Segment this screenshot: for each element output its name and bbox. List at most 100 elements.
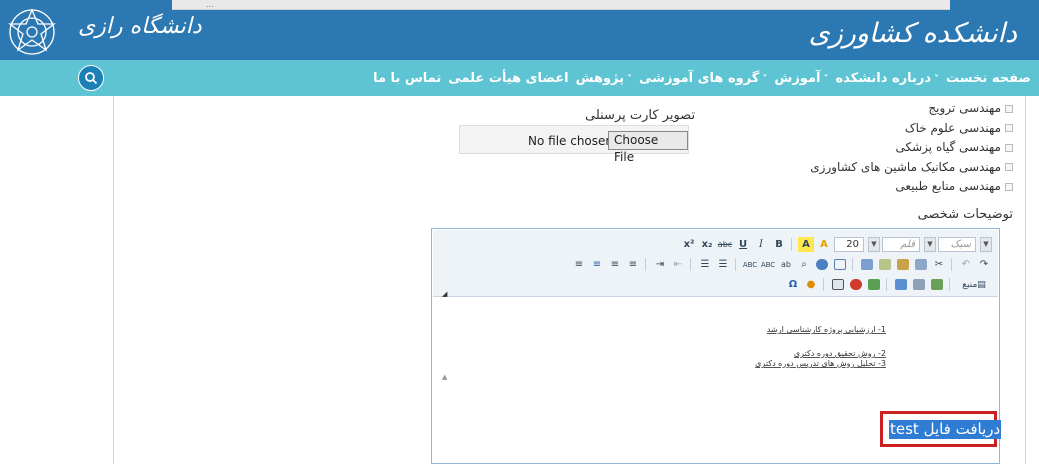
font-select[interactable]: قلم — [882, 237, 920, 252]
bullet-list-icon[interactable]: ☰ — [697, 257, 713, 272]
nav-item-label: صفحه نخست — [946, 70, 1031, 86]
scayt-icon[interactable]: ABC — [742, 257, 758, 272]
photo-label: تصویر کارت پرسنلی — [585, 108, 696, 123]
nav-item-label: آموزش — [774, 70, 821, 86]
department-label: مهندسی گیاه پزشکی — [895, 140, 1002, 154]
nav-item-4[interactable]: گروه های آموزشی ˅ — [639, 71, 767, 86]
department-checklist: مهندسی ترویج مهندسی علوم خاک مهندسی گیاه پ… — [810, 99, 1013, 197]
toolbar-row-2: ↷ ↶ ✂ ⌕ ab ABC ABC ☰ ☰ ⇤ ⇥ ≡ ≡ ≡ ≡ — [569, 255, 992, 274]
search-button[interactable] — [78, 65, 104, 91]
paste-icon[interactable] — [895, 257, 911, 272]
align-justify-icon[interactable]: ≡ — [571, 257, 587, 272]
nav-item-label: درباره دانشکده — [835, 70, 932, 86]
chevron-down-icon: ˅ — [934, 73, 940, 85]
paste-text-icon[interactable] — [877, 257, 893, 272]
annotation-box: دریافت فایل test — [880, 411, 1002, 447]
toolbar-collapse-icon[interactable]: ◢ — [442, 290, 447, 298]
nav-item-label: گروه های آموزشی — [639, 70, 760, 86]
university-emblem-icon — [8, 8, 56, 55]
decrease-indent-icon[interactable]: ⇤ — [670, 257, 686, 272]
templates-icon[interactable] — [893, 277, 909, 292]
nav-item-6[interactable]: اعضای هیأت علمی — [448, 71, 568, 86]
flash-object-icon[interactable] — [848, 277, 864, 292]
bg-color-icon[interactable]: A — [816, 237, 832, 252]
superscript-icon[interactable]: x² — [681, 237, 697, 252]
checkbox[interactable] — [1005, 182, 1013, 191]
selected-text[interactable]: دریافت فایل test — [889, 420, 1002, 439]
nav-item-2[interactable]: درباره دانشکده ˅ — [835, 71, 939, 86]
site-header: دانشگاه رازی ... دانشکده کشاورزی — [0, 0, 1039, 60]
toolbar-row-1: ▼ سبک ▼ قلم ▼ 20 A A B I U abc x₂ x² — [679, 235, 992, 254]
toolbar-row-3: منبع ▤ ● Ω — [783, 275, 992, 294]
university-name[interactable]: دانشگاه رازی — [78, 14, 202, 39]
text-color-icon[interactable]: A — [798, 237, 814, 252]
browser-overlay-strip: ... — [172, 0, 950, 10]
department-option-2[interactable]: مهندسی علوم خاک — [810, 119, 1013, 139]
chevron-down-icon: ˅ — [627, 73, 633, 85]
checkbox[interactable] — [1005, 163, 1013, 171]
department-option-1[interactable]: مهندسی ترویج — [810, 99, 1013, 119]
paste-word-icon[interactable] — [859, 257, 875, 272]
table-icon[interactable] — [830, 277, 846, 292]
style-dropdown-arrow[interactable]: ▼ — [980, 237, 992, 252]
chevron-down-icon: ˅ — [762, 73, 768, 85]
editor-toolbar: ▼ سبک ▼ قلم ▼ 20 A A B I U abc x₂ x² ↷ ↶… — [433, 230, 998, 298]
file-status: No file chosen — [528, 134, 614, 148]
checkbox[interactable] — [1005, 143, 1013, 152]
choose-file-button[interactable]: Choose File — [608, 131, 688, 164]
strikethrough-icon[interactable]: abc — [717, 237, 733, 252]
copy-icon[interactable] — [913, 257, 929, 272]
cut-icon[interactable]: ✂ — [931, 257, 947, 272]
department-label: مهندسی علوم خاک — [904, 120, 1001, 135]
redo-icon[interactable]: ↷ — [976, 257, 992, 272]
align-right-icon[interactable]: ≡ — [589, 257, 605, 272]
undo-icon[interactable]: ↶ — [958, 257, 974, 272]
checkbox[interactable] — [1005, 124, 1013, 132]
department-label: مهندسی ترویج — [928, 101, 1001, 115]
search-icon — [85, 72, 98, 85]
faculty-name[interactable]: دانشکده کشاورزی — [809, 18, 1017, 49]
scroll-up-icon[interactable]: ▲ — [442, 373, 447, 381]
content-line-2: 2- روش تحقیق دوره دکتری — [793, 349, 886, 358]
spellcheck-icon[interactable]: ABC — [760, 257, 776, 272]
flash-icon[interactable] — [929, 277, 945, 292]
special-char-icon[interactable]: Ω — [785, 277, 801, 292]
find-icon[interactable]: ⌕ — [796, 257, 812, 272]
italic-icon[interactable]: I — [753, 237, 769, 252]
source-button[interactable]: منبع ▤ — [956, 277, 992, 292]
size-dropdown-arrow[interactable]: ▼ — [868, 237, 880, 252]
nav-item-label: پژوهش — [575, 70, 625, 86]
replace-icon[interactable]: ab — [778, 257, 794, 272]
bold-icon[interactable]: B — [771, 237, 787, 252]
image-icon[interactable] — [866, 277, 882, 292]
department-option-3[interactable]: مهندسی گیاه پزشکی — [810, 138, 1013, 158]
file-input[interactable]: No file chosen Choose File — [459, 125, 689, 164]
department-option-4[interactable]: مهندسی مکانیک ماشین های کشاورزی — [810, 158, 1013, 178]
nav-item-3[interactable]: آموزش ˅ — [774, 71, 828, 86]
nav-item-1[interactable]: صفحه نخست — [946, 71, 1031, 86]
nav-item-5[interactable]: پژوهش ˅ — [576, 71, 632, 86]
underline-icon[interactable]: U — [735, 237, 751, 252]
department-label: مهندسی منابع طبیعی — [895, 179, 1001, 193]
font-dropdown-arrow[interactable]: ▼ — [924, 237, 936, 252]
size-select[interactable]: 20 — [834, 237, 864, 252]
nav-item-label: تماس با ما — [373, 70, 442, 86]
align-center-icon[interactable]: ≡ — [607, 257, 623, 272]
numbered-list-icon[interactable]: ☰ — [715, 257, 731, 272]
increase-indent-icon[interactable]: ⇥ — [652, 257, 668, 272]
align-left-icon[interactable]: ≡ — [625, 257, 641, 272]
content-line-3: 3- تحلیل روش های تدریس دوره دکتری — [755, 359, 886, 368]
department-label: مهندسی مکانیک ماشین های کشاورزی — [810, 159, 1001, 174]
nav-item-7[interactable]: تماس با ما — [373, 71, 441, 86]
department-option-5[interactable]: مهندسی منابع طبیعی — [810, 177, 1013, 197]
select-all-icon[interactable] — [832, 257, 848, 272]
checkbox[interactable] — [1005, 104, 1013, 113]
nav-item-label: اعضای هیأت علمی — [448, 70, 569, 86]
nav-menu: صفحه نخست درباره دانشکده ˅ آموزش ˅ گروه های آ… — [366, 60, 1031, 96]
smiley-icon[interactable]: ● — [803, 277, 819, 292]
preview-icon[interactable] — [911, 277, 927, 292]
subscript-icon[interactable]: x₂ — [699, 237, 715, 252]
remove-format-icon[interactable] — [814, 257, 830, 272]
style-select[interactable]: سبک — [938, 237, 976, 252]
content-line-1: 1- ارزشیابی پروژه کارشناسی ارشد — [766, 325, 886, 334]
